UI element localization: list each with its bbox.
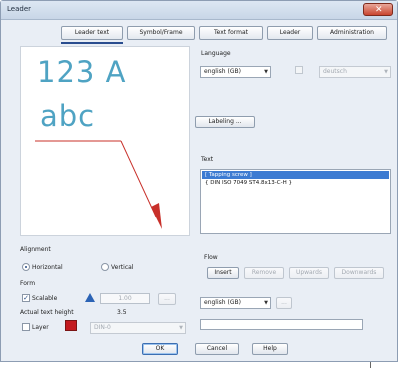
tab-administration[interactable]: Administration [317,26,387,40]
language-select[interactable]: english (GB) ▼ [200,66,271,78]
scale-value-field[interactable]: 1.00 [100,293,150,304]
title-bar[interactable]: Leader ✕ [1,1,397,20]
chevron-down-icon: ▼ [264,69,268,75]
chevron-down-icon: ▼ [179,325,183,331]
layer-select-value: DIN-0 [94,324,111,331]
preview-panel: 123 A abc [20,46,190,236]
leader-arrow-icon [35,140,162,229]
list-item[interactable]: { DIN ISO 7049 ST4.8x13-C-H } [202,179,389,187]
tab-leader[interactable]: Leader [267,26,313,40]
radio-dot [25,266,27,268]
scale-more-button[interactable]: ... [158,293,176,305]
second-language-select[interactable]: deutsch ▼ [319,66,391,78]
vertical-label: Vertical [111,264,134,271]
tab-leader-text[interactable]: Leader text [61,26,123,40]
list-item[interactable]: [ Tapping screw ] [202,171,389,179]
edge-tick [370,362,371,368]
upwards-button[interactable]: Upwards [289,267,329,279]
second-language-checkbox[interactable] [295,66,303,74]
flow-language-more-button[interactable]: ... [276,297,292,309]
language-label: Language [201,50,231,57]
flow-label: Flow [204,254,218,261]
active-tab-indicator [61,42,123,44]
flow-language-value: english (GB) [204,299,241,306]
tab-text-format[interactable]: Text format [199,26,263,40]
actual-height-value: 3.5 [117,309,127,316]
scale-triangle [85,293,95,302]
cancel-button[interactable]: Cancel [195,343,239,355]
flow-language-select[interactable]: english (GB) ▼ [200,297,271,309]
form-label: Form [20,280,36,287]
layer-color-swatch[interactable] [65,320,77,331]
ok-button[interactable]: OK [142,343,178,355]
layer-label: Layer [32,324,49,331]
close-icon: ✕ [375,5,383,15]
layer-select[interactable]: DIN-0 ▼ [90,322,186,334]
horizontal-radio[interactable] [22,263,30,271]
second-language-value: deutsch [323,68,347,75]
text-scale-icon [85,293,95,302]
tab-bar: Leader text Symbol/Frame Text format Lea… [61,26,391,40]
help-button[interactable]: Help [252,343,288,355]
downwards-button[interactable]: Downwards [334,267,384,279]
horizontal-label: Horizontal [32,264,63,271]
scalable-label: Scalable [32,295,58,302]
alignment-label: Alignment [20,246,51,253]
language-select-value: english (GB) [204,68,241,75]
insert-button[interactable]: Insert [207,267,239,279]
chevron-down-icon: ▼ [384,69,388,75]
remove-button[interactable]: Remove [244,267,284,279]
layer-checkbox[interactable] [22,323,30,331]
text-label: Text [201,156,214,163]
leader-line-diagonal [120,140,157,218]
labeling-button[interactable]: Labeling ... [195,116,255,128]
chevron-down-icon: ▼ [264,300,268,306]
actual-height-label: Actual text height [20,309,74,316]
tab-symbol-frame[interactable]: Symbol/Frame [127,26,195,40]
vertical-radio[interactable] [101,263,109,271]
text-height-bar [200,319,363,330]
scalable-checkbox[interactable]: ✓ [22,294,30,302]
close-button[interactable]: ✕ [363,3,393,16]
text-listbox[interactable]: [ Tapping screw ] { DIN ISO 7049 ST4.8x1… [200,169,391,234]
leader-arrowhead [151,203,162,229]
window-title: Leader [7,5,32,13]
leader-dialog: Leader ✕ Leader text Symbol/Frame Text f… [0,0,398,362]
